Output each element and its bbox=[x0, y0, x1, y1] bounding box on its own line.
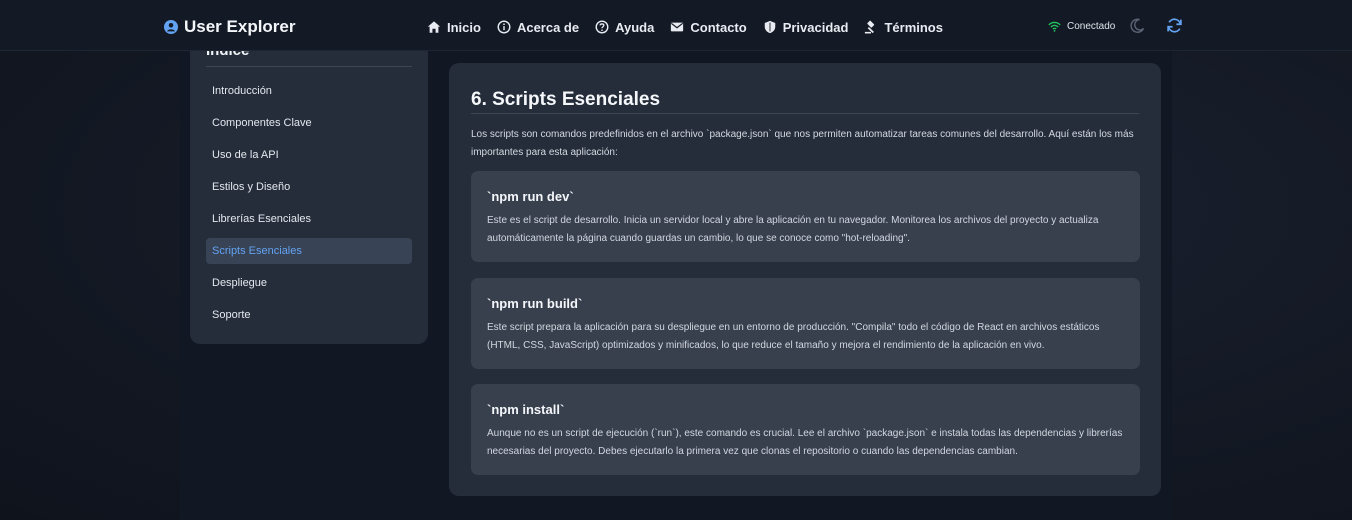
status-label: Conectado bbox=[1067, 20, 1116, 32]
toc-item-estilos-diseno[interactable]: Estilos y Diseño bbox=[206, 174, 412, 200]
toc-item-componentes-clave[interactable]: Componentes Clave bbox=[206, 110, 412, 136]
home-icon bbox=[427, 21, 441, 33]
refresh-icon[interactable] bbox=[1166, 17, 1183, 34]
user-circle-icon bbox=[164, 20, 178, 34]
section-title: 6. Scripts Esenciales bbox=[471, 89, 661, 110]
section-card: 6. Scripts Esenciales Los scripts son co… bbox=[449, 63, 1161, 496]
shield-icon bbox=[764, 20, 775, 34]
divider bbox=[471, 113, 1139, 114]
section-intro: Los scripts son comandos predefinidos en… bbox=[471, 129, 1134, 158]
toc-item-scripts-esenciales[interactable]: Scripts Esenciales bbox=[206, 238, 412, 264]
nav-link-label: Ayuda bbox=[615, 19, 655, 35]
info-icon bbox=[497, 20, 511, 34]
nav-link-label: Términos bbox=[884, 19, 943, 35]
script-description: Este es el script de desarrollo. Inicia … bbox=[487, 215, 1099, 244]
nav-links: Inicio Acerca de Ayuda Contacto Privacid… bbox=[427, 17, 943, 37]
navbar: User Explorer Inicio Acerca de Ayuda Con… bbox=[0, 0, 1352, 51]
nav-link-acerca[interactable]: Acerca de bbox=[497, 20, 579, 35]
toc-item-uso-api[interactable]: Uso de la API bbox=[206, 142, 412, 168]
toc-item-introduccion[interactable]: Introducción bbox=[206, 78, 412, 104]
toc-item-soporte[interactable]: Soporte bbox=[206, 302, 412, 328]
table-of-contents: Índice Introducción Componentes Clave Us… bbox=[190, 20, 428, 344]
nav-link-contacto[interactable]: Contacto bbox=[670, 19, 747, 35]
mail-icon bbox=[671, 22, 684, 32]
toc-item-despliegue[interactable]: Despliegue bbox=[206, 270, 412, 296]
script-description: Aunque no es un script de ejecución (`ru… bbox=[487, 428, 1123, 457]
nav-link-label: Contacto bbox=[690, 19, 747, 35]
script-card-dev: `npm run dev` Este es el script de desar… bbox=[471, 171, 1140, 262]
nav-link-terminos[interactable]: Términos bbox=[864, 20, 943, 35]
nav-link-label: Privacidad bbox=[782, 19, 849, 35]
script-title: `npm install` bbox=[487, 402, 565, 417]
wifi-icon bbox=[1048, 21, 1061, 32]
toc-list: Introducción Componentes Clave Uso de la… bbox=[206, 78, 412, 334]
script-title: `npm run build` bbox=[487, 296, 583, 311]
script-card-install: `npm install` Aunque no es un script de … bbox=[471, 384, 1140, 475]
nav-link-privacidad[interactable]: Privacidad bbox=[763, 19, 849, 35]
script-description: Este script prepara la aplicación para s… bbox=[487, 322, 1100, 351]
connection-status: Conectado bbox=[1048, 18, 1115, 34]
moon-icon[interactable] bbox=[1129, 18, 1145, 34]
toc-item-librerias-esenciales[interactable]: Librerías Esenciales bbox=[206, 206, 412, 232]
script-title: `npm run dev` bbox=[487, 189, 574, 204]
brand-title: User Explorer bbox=[184, 17, 296, 36]
divider bbox=[206, 66, 412, 67]
brand[interactable]: User Explorer bbox=[164, 17, 296, 37]
nav-link-ayuda[interactable]: Ayuda bbox=[595, 20, 654, 35]
gavel-icon bbox=[865, 20, 875, 34]
nav-link-label: Acerca de bbox=[516, 19, 580, 35]
nav-link-label: Inicio bbox=[447, 19, 481, 35]
help-icon bbox=[595, 20, 609, 34]
script-card-build: `npm run build` Este script prepara la a… bbox=[471, 278, 1140, 369]
nav-link-inicio[interactable]: Inicio bbox=[427, 20, 481, 35]
